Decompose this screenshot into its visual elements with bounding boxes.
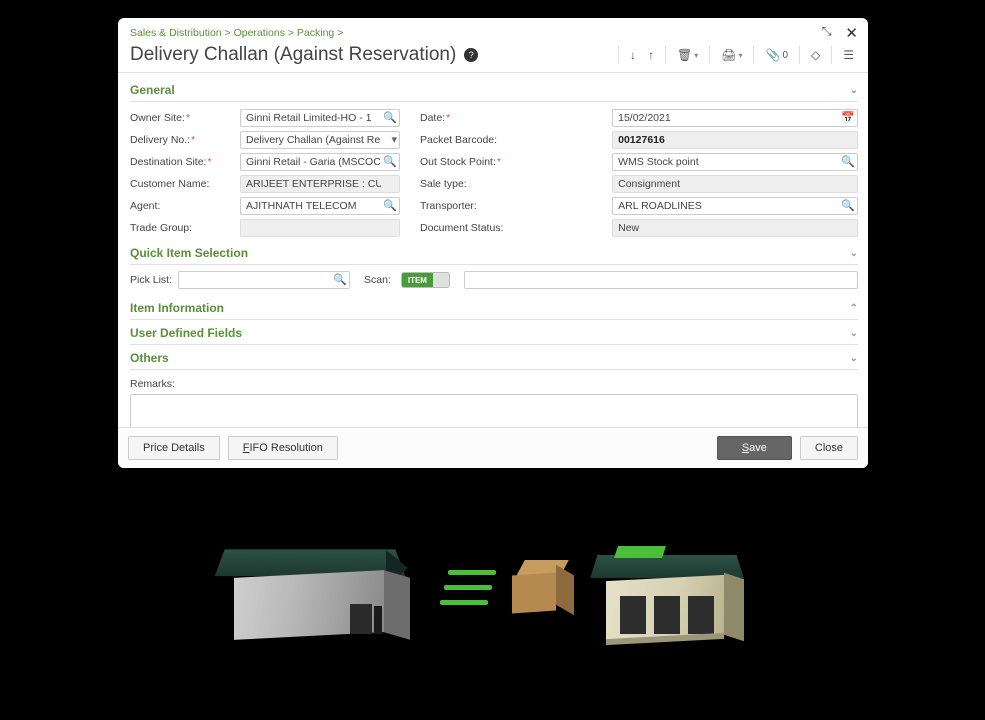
trade-group-input	[240, 219, 400, 237]
out-stock-point-input[interactable]	[612, 153, 858, 171]
date-label: Date:	[420, 112, 530, 124]
section-general[interactable]: General ⌄	[130, 77, 858, 102]
fifo-label: FIFO Resolution	[243, 442, 323, 454]
scan-mode-toggle[interactable]: ITEM	[401, 272, 450, 288]
price-details-button[interactable]: Price Details	[128, 436, 220, 460]
delivery-no-select[interactable]	[240, 131, 400, 149]
save-button[interactable]: Save	[717, 436, 792, 460]
document-status-label: Document Status:	[420, 222, 530, 234]
attach-button[interactable]: 📎0	[761, 46, 792, 64]
owner-site-label: Owner Site:	[130, 112, 240, 124]
section-item-info-label: Item Information	[130, 301, 224, 315]
remarks-label: Remarks:	[130, 378, 175, 390]
scan-input[interactable]	[464, 271, 858, 289]
chevron-down-icon: ⌄	[850, 85, 858, 96]
save-rest: ave	[749, 442, 767, 454]
print-button[interactable]: 🖨▾	[717, 46, 746, 64]
section-udf[interactable]: User Defined Fields ⌄	[130, 320, 858, 345]
owner-site-input[interactable]	[240, 109, 400, 127]
scan-label: Scan:	[364, 274, 391, 286]
col-right: 📅 🔍	[612, 108, 858, 238]
document-status-input	[612, 219, 858, 237]
customer-name-label: Customer Name:	[130, 178, 240, 190]
section-others-label: Others	[130, 351, 169, 365]
title-text: Delivery Challan (Against Reservation)	[130, 44, 456, 66]
search-icon[interactable]: 🔍	[841, 155, 855, 168]
out-stock-point-label: Out Stock Point:	[420, 156, 530, 168]
calendar-icon[interactable]: 📅	[841, 111, 855, 124]
app-window: Sales & Distribution > Operations > Pack…	[118, 18, 868, 468]
trade-group-label: Trade Group:	[130, 222, 240, 234]
general-form: Owner Site: 🔍 Delivery No.: ▾ Destinatio…	[130, 102, 858, 240]
sort-desc-icon[interactable]: ↑	[644, 46, 658, 64]
transporter-label: Transporter:	[420, 200, 530, 212]
section-quick-label: Quick Item Selection	[130, 246, 248, 260]
close-icon[interactable]: ✕	[845, 24, 858, 42]
header-row: Delivery Challan (Against Reservation) ?…	[118, 44, 868, 73]
sale-type-label: Sale type:	[420, 178, 530, 190]
date-input[interactable]	[612, 109, 858, 127]
pick-list-label: Pick List:	[130, 274, 172, 286]
chevron-down-icon: ⌄	[850, 248, 858, 259]
destination-site-label: Destination Site:	[130, 156, 240, 168]
search-icon[interactable]: 🔍	[841, 199, 855, 212]
remarks-input[interactable]	[130, 394, 858, 427]
close-button[interactable]: Close	[800, 436, 858, 460]
search-icon[interactable]: 🔍	[383, 199, 397, 212]
customer-name-input	[240, 175, 400, 193]
col-left: Owner Site: 🔍 Delivery No.: ▾ Destinatio…	[130, 108, 400, 238]
delivery-no-label: Delivery No.:	[130, 134, 240, 146]
page-title: Delivery Challan (Against Reservation) ?	[130, 44, 478, 66]
attach-count: 0	[782, 50, 788, 61]
destination-site-input[interactable]	[240, 153, 400, 171]
toolbar: ↓ ↑ 🗑▾ 🖨▾ 📎0 ◇ ☰	[615, 46, 858, 64]
search-icon[interactable]: 🔍	[333, 273, 347, 286]
section-item-info[interactable]: Item Information ⌃	[130, 295, 858, 320]
scan-mode-label: ITEM	[402, 273, 433, 287]
quick-row: Pick List: 🔍 Scan: ITEM	[130, 265, 858, 295]
illustration	[210, 500, 750, 670]
sort-asc-icon[interactable]: ↓	[626, 46, 640, 64]
agent-label: Agent:	[130, 200, 240, 212]
store-icon	[588, 528, 748, 652]
warehouse-icon	[210, 530, 410, 650]
packet-barcode-input	[612, 131, 858, 149]
section-others[interactable]: Others ⌄	[130, 345, 858, 370]
section-general-label: General	[130, 83, 175, 97]
expand-icon[interactable]: ⤡	[822, 24, 832, 42]
packet-barcode-label: Packet Barcode:	[420, 134, 530, 146]
search-icon[interactable]: 🔍	[383, 155, 397, 168]
chevron-down-icon: ⌄	[850, 353, 858, 364]
delete-button[interactable]: 🗑▾	[673, 46, 702, 64]
breadcrumb[interactable]: Sales & Distribution > Operations > Pack…	[130, 27, 343, 39]
footer: Price Details FIFO Resolution Save Close	[118, 427, 868, 468]
agent-input[interactable]	[240, 197, 400, 215]
search-icon[interactable]: 🔍	[383, 111, 397, 124]
fifo-resolution-button[interactable]: FIFO Resolution	[228, 436, 338, 460]
section-quick[interactable]: Quick Item Selection ⌄	[130, 240, 858, 265]
package-icon	[512, 560, 570, 612]
chevron-down-icon[interactable]: ▾	[391, 133, 397, 146]
chevron-up-icon: ⌃	[850, 303, 858, 314]
erase-icon[interactable]: ◇	[807, 46, 824, 64]
form-body: General ⌄ Owner Site: 🔍 Delivery No.: ▾	[118, 73, 868, 427]
pick-list-input[interactable]	[178, 271, 350, 289]
help-icon[interactable]: ?	[464, 48, 478, 62]
titlebar: Sales & Distribution > Operations > Pack…	[118, 18, 868, 44]
chevron-down-icon: ⌄	[850, 328, 858, 339]
settings-icon[interactable]: ☰	[839, 46, 858, 64]
sale-type-input	[612, 175, 858, 193]
section-udf-label: User Defined Fields	[130, 326, 242, 340]
transporter-input[interactable]	[612, 197, 858, 215]
transfer-arrows-icon	[448, 570, 496, 605]
col-mid: Date: Packet Barcode: Out Stock Point: S…	[420, 108, 592, 238]
